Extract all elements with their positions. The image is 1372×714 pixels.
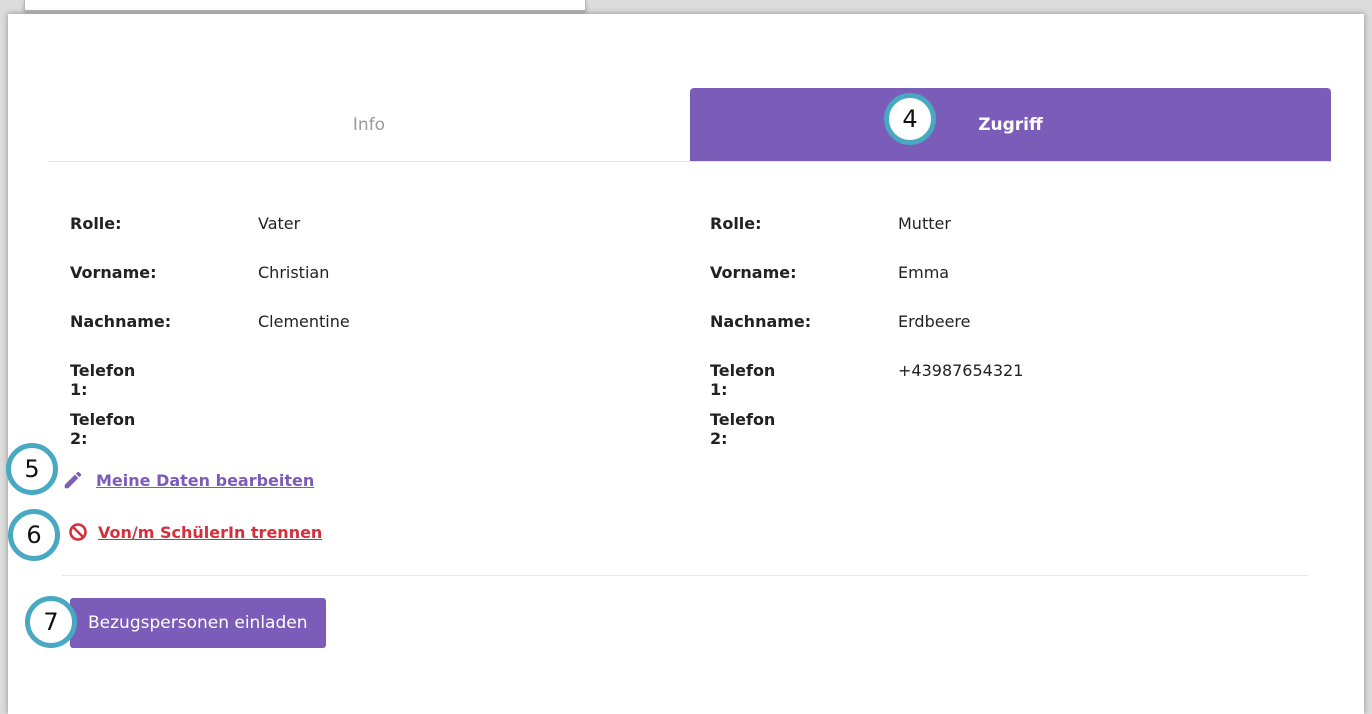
field-label: Vorname:	[70, 263, 157, 282]
field-value: Christian	[258, 263, 330, 282]
tab-zugriff[interactable]: Zugriff	[690, 88, 1331, 161]
field-label: Rolle:	[70, 214, 122, 233]
field-label: Telefon 2:	[70, 410, 136, 448]
callout-badge-5: 5	[6, 443, 58, 495]
field-label: Rolle:	[710, 214, 762, 233]
callout-badge-6: 6	[8, 509, 60, 561]
field-value: Erdbeere	[898, 312, 971, 331]
callout-badge-4: 4	[884, 93, 936, 145]
field-value: Emma	[898, 263, 950, 282]
field-value: Clementine	[258, 312, 350, 331]
field-label: Telefon 1:	[70, 361, 136, 399]
prohibited-icon	[69, 523, 87, 541]
field-value: Vater	[258, 214, 301, 233]
invite-contacts-button[interactable]: Bezugspersonen einladen	[70, 598, 326, 648]
section-divider	[62, 575, 1308, 576]
field-label: Telefon 2:	[710, 410, 776, 448]
background-window-edge	[24, 0, 586, 11]
edit-my-data-label: Meine Daten bearbeiten	[96, 470, 315, 490]
field-value: Mutter	[898, 214, 951, 233]
field-value: +43987654321	[898, 361, 1024, 380]
callout-badge-7: 7	[25, 596, 77, 648]
edit-my-data-link[interactable]: Meine Daten bearbeiten	[62, 469, 314, 491]
tab-info[interactable]: Info	[48, 88, 690, 161]
field-label: Nachname:	[710, 312, 812, 331]
access-panel: Info Zugriff Rolle: Vater Vorname: Christi…	[8, 14, 1364, 714]
unlink-student-link[interactable]: Von/m SchülerIn trennen	[68, 522, 322, 542]
pencil-icon	[64, 471, 82, 489]
unlink-student-label: Von/m SchülerIn trennen	[98, 522, 323, 542]
field-label: Telefon 1:	[710, 361, 776, 399]
field-label: Vorname:	[710, 263, 797, 282]
tab-bar: Info Zugriff	[48, 88, 1331, 162]
field-label: Nachname:	[70, 312, 172, 331]
